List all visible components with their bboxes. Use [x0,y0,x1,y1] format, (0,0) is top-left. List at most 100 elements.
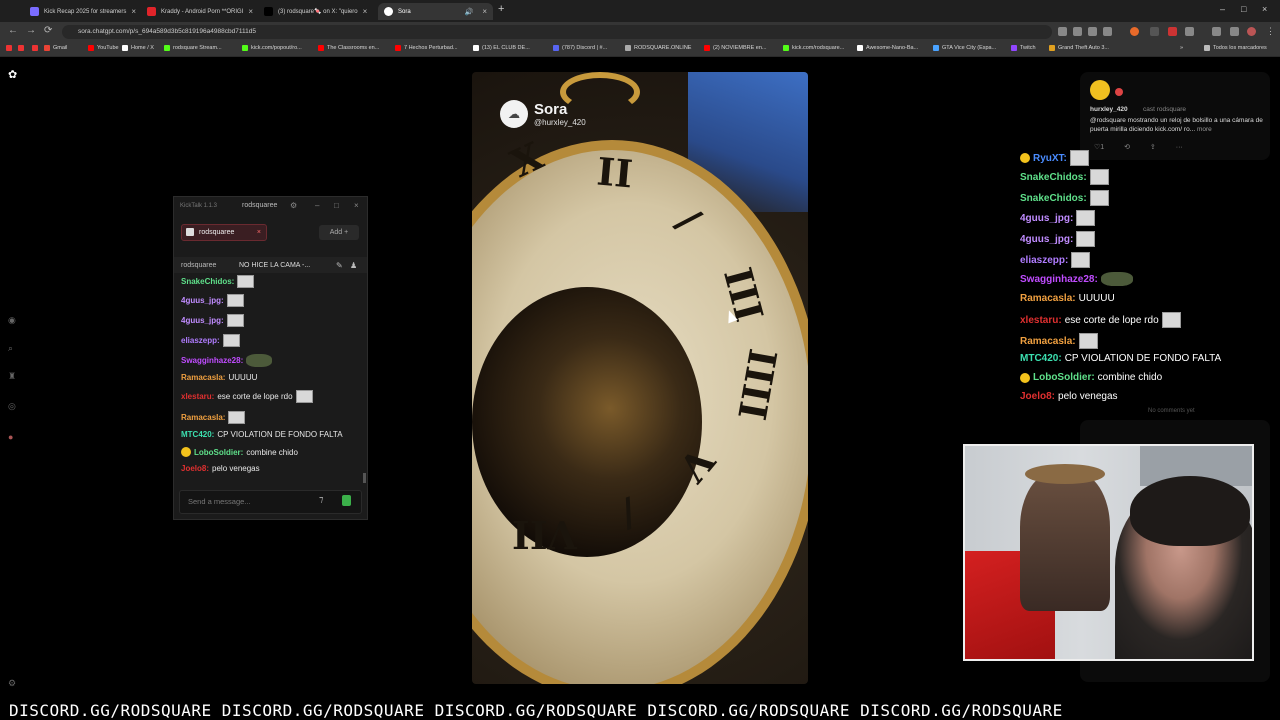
bookmark-item[interactable]: Twitch [1011,45,1036,51]
bookmark-item[interactable]: (2) NOVIEMBRE en... [704,45,767,51]
translate-icon[interactable]: ⁊ [319,494,323,505]
chat-username[interactable]: 4guus_jpg: [181,296,224,305]
chat-username[interactable]: xlestaru: [1020,315,1062,326]
chat-username[interactable]: eliaszepp: [181,336,220,345]
close-tab-icon[interactable]: × [248,7,253,16]
back-icon[interactable]: ← [8,25,18,36]
emote-picker-icon[interactable] [342,495,351,506]
bookmark-item[interactable]: rodsquare Stream... [164,45,222,51]
chat-scrollbar[interactable] [363,473,366,483]
minimize-icon[interactable]: – [1220,4,1225,14]
extension-icon[interactable] [1150,27,1159,36]
close-tab-icon[interactable]: × [482,7,487,16]
bookmark-folder-icon[interactable] [32,45,38,51]
chat-username[interactable]: Ramacasla: [1020,336,1076,347]
extension-icon[interactable] [1058,27,1067,36]
user-icon[interactable]: ♟ [350,261,357,270]
tab-kick-recap[interactable]: Kick Recap 2025 for streamers × [24,3,136,20]
channel-chip-rodsquaree[interactable]: rodsquaree × [181,224,267,241]
search-icon[interactable]: ⌕ [8,343,18,353]
chat-username[interactable]: SnakeChidos: [181,277,234,286]
close-tab-icon[interactable]: × [363,7,368,16]
chat-username[interactable]: Joelo8: [181,464,209,473]
comment-actions[interactable]: ♡1 ⟲ ⇪ ··· [1094,143,1183,151]
tab-x-rodsquare[interactable]: (3) rodsquare🍬 on X: "quiero × [258,3,370,20]
chat-message-input[interactable]: Send a message... [179,490,362,514]
home-icon[interactable]: ◉ [8,315,18,325]
bookmark-item[interactable]: Awesome-Nano-Ba... [857,45,918,51]
all-bookmarks[interactable]: Todos los marcadores [1204,45,1267,51]
chat-username[interactable]: Joelo8: [1020,391,1055,402]
cast-avatar[interactable] [1115,88,1123,96]
sora-video-player[interactable]: X II / III IIII V / VII [472,72,808,684]
bookmark-item[interactable]: (787) Discord | #... [553,45,607,51]
chat-username[interactable]: LoboSoldier: [194,448,243,457]
new-tab-button[interactable]: + [498,3,504,15]
chat-username[interactable]: Ramacasla: [181,373,225,382]
minimize-icon[interactable]: – [315,201,319,210]
forward-icon[interactable]: → [26,25,36,36]
chat-username[interactable]: MTC420: [1020,353,1062,364]
chat-username[interactable]: 4guus_jpg: [1020,213,1073,224]
extension-icon[interactable] [1088,27,1097,36]
settings-icon[interactable]: ⚙ [8,678,18,688]
extension-icon[interactable] [1103,27,1112,36]
extensions-menu-icon[interactable] [1185,27,1194,36]
bookmark-folder-icon[interactable] [18,45,24,51]
chat-username[interactable]: 4guus_jpg: [1020,234,1073,245]
reload-icon[interactable]: ⟳ [44,25,52,36]
maximize-icon[interactable]: □ [1241,4,1246,14]
bookmark-item[interactable]: The Classrooms en... [318,45,379,51]
bookmark-item[interactable]: Gmail [44,45,67,51]
chat-username[interactable]: eliaszepp: [1020,255,1068,266]
comment-author[interactable]: hurxley_420 [1090,106,1128,113]
close-channel-icon[interactable]: × [257,225,261,240]
more-link[interactable]: more [1197,126,1212,133]
chat-username[interactable]: Ramacasla: [181,413,225,422]
bookmark-item[interactable]: RODSQUARE.ONLINE [625,45,691,51]
chat-username[interactable]: SnakeChidos: [1020,193,1087,204]
creator-avatar[interactable] [1090,80,1110,100]
chat-username[interactable]: SnakeChidos: [1020,172,1087,183]
bookmark-item[interactable]: YouTube [88,45,119,51]
bookmark-item[interactable]: Home / X [122,45,154,51]
extension-icon[interactable] [1168,27,1177,36]
profile-icon[interactable]: ● [8,432,18,442]
close-window-icon[interactable]: × [1262,4,1267,14]
profile-avatar[interactable] [1247,27,1256,36]
download-icon[interactable] [1212,27,1221,36]
kicktalk-window[interactable]: KickTalk 1.1.3 rodsquaree ⚙ – □ × rodsqu… [173,196,368,520]
chat-username[interactable]: Swagginhaze28: [1020,274,1098,285]
chat-username[interactable]: 4guus_jpg: [181,316,224,325]
chat-username[interactable]: xlestaru: [181,392,214,401]
sidebar-icon[interactable] [1230,27,1239,36]
chat-username[interactable]: MTC420: [181,430,214,439]
explore-icon[interactable]: ♜ [8,371,18,381]
bookmark-item[interactable]: 7 Hechos Perturbad... [395,45,458,51]
bookmark-item[interactable]: Grand Theft Auto 3... [1049,45,1109,51]
url-field[interactable]: sora.chatgpt.com/p/s_694a589d3b5c819196a… [62,25,1052,39]
chat-username[interactable]: Ramacasla: [1020,293,1076,304]
close-tab-icon[interactable]: × [131,7,136,16]
chat-username[interactable]: Swagginhaze28: [181,356,243,365]
extension-icon[interactable] [1073,27,1082,36]
bookmark-item[interactable]: kick.com/rodsquare... [783,45,844,51]
pin-icon[interactable]: ✎ [336,261,343,270]
sora-logo-icon[interactable]: ✿ [8,68,18,81]
chat-username[interactable]: LoboSoldier: [1033,372,1095,383]
tab-kraddy[interactable]: Kraddy - Android Porn **ORIGI × [141,3,253,20]
browser-menu-icon[interactable]: ⋮ [1266,26,1275,37]
audio-icon[interactable]: 🔊 [465,8,474,16]
close-icon[interactable]: × [354,201,359,210]
extension-icon[interactable] [1130,27,1139,36]
more-bookmarks-icon[interactable]: » [1180,45,1183,51]
chat-username[interactable]: RyuXT: [1033,153,1067,164]
maximize-icon[interactable]: □ [334,201,339,210]
add-channel-button[interactable]: Add + [319,225,359,240]
tab-sora[interactable]: Sora 🔊 × [378,3,493,20]
gear-icon[interactable]: ⚙ [290,201,297,210]
bookmark-item[interactable]: (13) EL CLUB DE... [473,45,530,51]
bookmark-item[interactable]: GTA Vice City (Espa... [933,45,996,51]
notifications-icon[interactable]: ◎ [8,401,18,411]
bookmark-item[interactable]: kick.com/popout/ro... [242,45,302,51]
